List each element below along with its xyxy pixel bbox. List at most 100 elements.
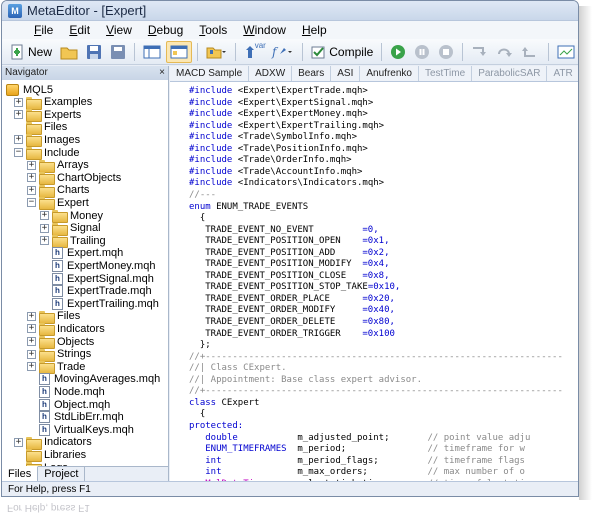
tree-folder-item[interactable]: + Examples [14, 96, 92, 110]
toolbar-separator [461, 42, 463, 61]
tab-files[interactable]: Files [2, 466, 39, 482]
start-debug-button[interactable] [387, 41, 409, 63]
title-bar[interactable]: M MetaEditor - [Expert] [2, 1, 578, 21]
tree-folder-item[interactable]: + ChartObjects [27, 171, 121, 186]
file-tab[interactable]: Anufrenko [360, 66, 419, 81]
file-tab[interactable]: ATR [547, 66, 578, 81]
pause-debug-button[interactable] [411, 41, 433, 63]
tree-file-item[interactable]: h VirtualKeys.mqh [27, 423, 134, 436]
tree-file-item[interactable]: h ExpertMoney.mqh [40, 259, 155, 272]
file-tab[interactable]: ParabolicSAR [472, 66, 548, 81]
code-line: //+-------------------------------------… [189, 386, 563, 398]
file-tab[interactable]: TestTime [419, 66, 473, 81]
tree-folder-item[interactable]: + Indicators [14, 436, 92, 450]
expand-plus-icon[interactable]: + [40, 236, 49, 246]
tree-item-label: Expert [57, 196, 89, 209]
step-into-button[interactable] [467, 41, 491, 63]
code-token: =0x4, [362, 259, 390, 270]
stop-debug-button[interactable] [435, 41, 457, 63]
step-into-icon [473, 46, 487, 56]
expand-plus-icon[interactable]: + [27, 160, 36, 170]
expand-plus-icon[interactable]: + [14, 135, 23, 145]
code-token: TRADE_EVENT_ORDER_DELETE [189, 317, 363, 327]
new-file-icon [11, 44, 23, 59]
tree-file-item[interactable]: h ExpertTrailing.mqh [40, 297, 159, 310]
insert-variable-button[interactable]: var [241, 41, 266, 63]
step-over-button[interactable] [493, 41, 517, 63]
tree-folder-item[interactable]: MQL5 [6, 83, 53, 96]
tree-item-label: Libraries [44, 448, 87, 461]
code-token: #include [189, 178, 238, 189]
tab-project[interactable]: Project [38, 467, 86, 482]
tree-folder-item[interactable]: + Strings [27, 348, 91, 362]
expand-plus-icon[interactable]: + [27, 349, 36, 359]
terminal-button[interactable] [554, 41, 578, 63]
tree-folder-item[interactable]: + Charts [27, 184, 89, 198]
expand-plus-icon[interactable]: + [27, 324, 36, 334]
code-token: <Expert\ExpertTrailing.mqh> [237, 120, 385, 131]
menu-help[interactable]: Help [294, 23, 335, 37]
tree-folder-item[interactable]: Libraries [14, 448, 87, 463]
compile-button[interactable]: Compile [307, 41, 376, 63]
tree-folder-item[interactable]: + Images [14, 133, 80, 148]
collapse-minus-icon[interactable]: − [14, 148, 23, 157]
menu-window[interactable]: Window [235, 23, 294, 37]
tree-file-item[interactable]: h Node.mqh [27, 385, 105, 398]
tree-folder-item[interactable]: + Experts [14, 108, 81, 123]
expand-plus-icon[interactable]: + [27, 362, 36, 372]
tree-folder-item[interactable]: + Money [40, 209, 103, 223]
tree-folder-item[interactable]: Files [14, 121, 67, 135]
tree-folder-item[interactable]: + Trailing [40, 234, 106, 249]
expand-plus-icon[interactable]: + [27, 173, 36, 183]
toolbox-toggle-button[interactable] [165, 40, 192, 63]
file-tab[interactable]: Bears [292, 66, 332, 81]
menu-file[interactable]: File [26, 23, 61, 37]
file-tab[interactable]: MACD Sample [170, 66, 250, 81]
tree-item-label: Trailing [70, 234, 106, 247]
tree-file-item[interactable]: h StdLibErr.mqh [27, 411, 124, 424]
svg-text:f: f [271, 45, 279, 59]
new-button[interactable]: New [6, 41, 55, 63]
file-tab[interactable]: ADXW [249, 66, 293, 81]
tree-folder-item[interactable]: + Trade [27, 360, 85, 375]
expand-plus-icon[interactable]: + [14, 110, 23, 120]
tree-item-label: StdLibErr.mqh [54, 411, 124, 424]
code-token: TRADE_EVENT_POSITION_STOP_TAKE [189, 282, 368, 293]
expand-plus-icon[interactable]: + [27, 311, 36, 321]
save-all-button[interactable] [107, 41, 129, 63]
tree-file-item[interactable]: h MovingAverages.mqh [27, 373, 160, 386]
tree-file-item[interactable]: h ExpertSignal.mqh [40, 272, 154, 285]
styler-icon [206, 47, 227, 58]
step-out-button[interactable] [519, 41, 543, 63]
tree-folder-item[interactable]: + Objects [27, 335, 94, 349]
tree-folder-item[interactable]: + Arrays [27, 159, 89, 173]
tree-folder-item[interactable]: + Indicators [27, 322, 105, 337]
insert-function-button[interactable]: f [267, 41, 297, 63]
expand-plus-icon[interactable]: + [14, 97, 23, 107]
tree-folder-item[interactable]: − Expert [27, 196, 89, 211]
tree-file-item[interactable]: h ExpertTrade.mqh [40, 285, 152, 298]
tree-folder-item[interactable]: + Files [27, 310, 80, 324]
save-button[interactable] [83, 41, 105, 63]
tree-folder-item[interactable]: + Signal [40, 222, 101, 236]
tree-item-label: Indicators [57, 322, 105, 335]
open-button[interactable] [57, 41, 81, 63]
tree-folder-item[interactable]: − Include [14, 146, 79, 160]
expand-plus-icon[interactable]: + [27, 337, 36, 346]
collapse-minus-icon[interactable]: − [27, 198, 36, 208]
tree-file-item[interactable]: h Expert.mqh [40, 247, 123, 260]
expand-plus-icon[interactable]: + [14, 437, 23, 447]
menu-edit[interactable]: Edit [61, 23, 98, 37]
menu-tools[interactable]: Tools [191, 23, 235, 37]
menu-debug[interactable]: Debug [140, 23, 191, 37]
file-tab[interactable]: ASI [331, 66, 361, 81]
expand-plus-icon[interactable]: + [40, 211, 49, 220]
expand-plus-icon[interactable]: + [40, 223, 49, 233]
menu-view[interactable]: View [98, 23, 140, 37]
navigator-close-icon[interactable]: × [156, 66, 168, 80]
tree-file-item[interactable]: h Object.mqh [27, 398, 110, 411]
navigator-toggle-button[interactable] [140, 41, 164, 63]
styler-button[interactable] [202, 41, 230, 63]
code-area[interactable]: #include <Expert\ExpertTrade.mqh> #includ… [170, 82, 578, 482]
expand-plus-icon[interactable]: + [27, 185, 36, 195]
